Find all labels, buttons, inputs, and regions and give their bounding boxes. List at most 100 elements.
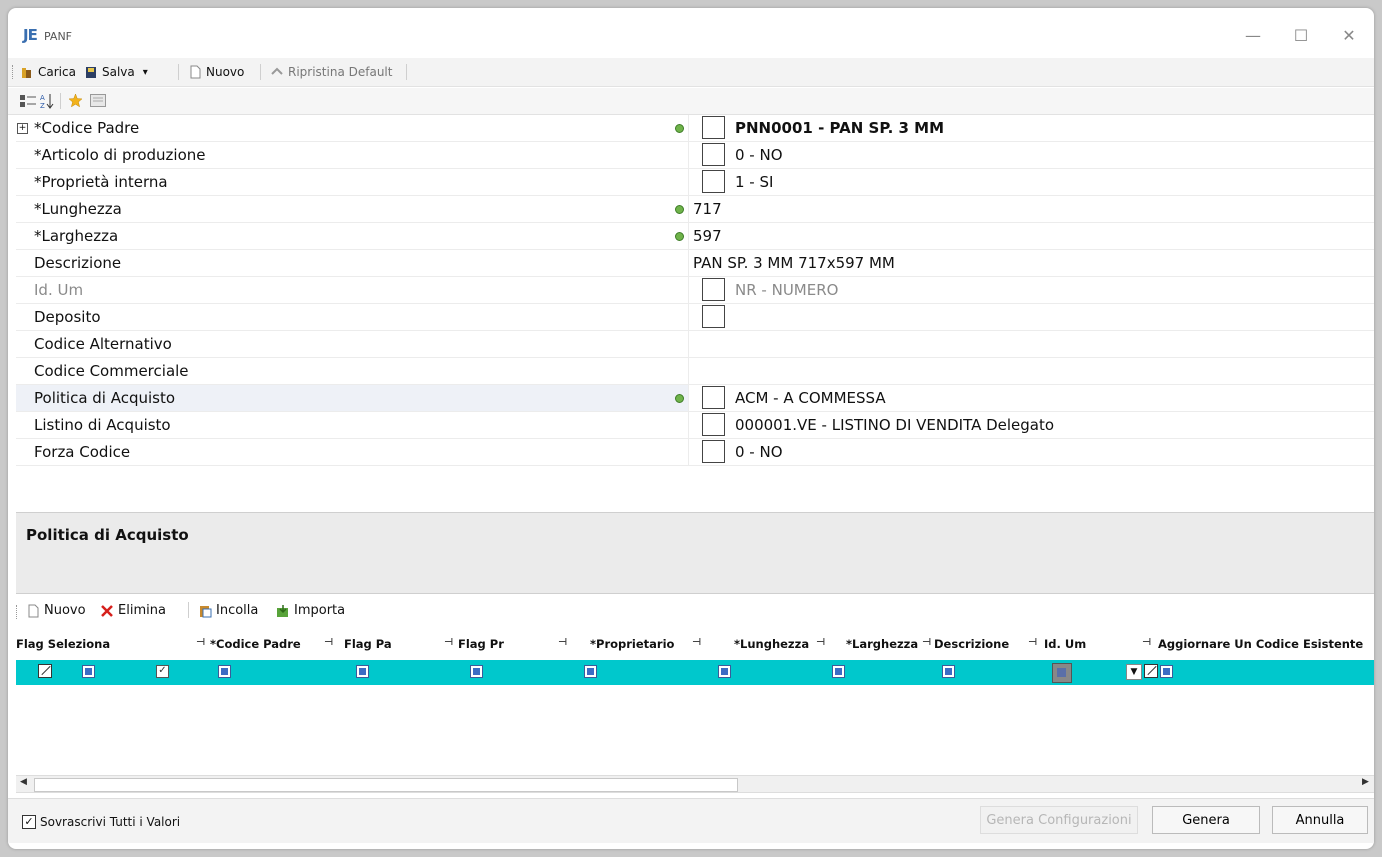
property-row-articolo-produzione[interactable]: *Articolo di produzione 0 - NO <box>16 142 1374 169</box>
overwrite-checkbox[interactable]: ✓ <box>22 815 36 829</box>
salva-button[interactable]: Salva ▾ <box>84 65 148 79</box>
property-row-forza-codice[interactable]: Forza Codice 0 - NO <box>16 439 1374 466</box>
pin-icon[interactable]: ⊣ <box>1028 637 1037 648</box>
favorite-star-icon[interactable] <box>68 93 83 108</box>
maximize-button[interactable]: ☐ <box>1286 24 1316 48</box>
scrollbar-thumb[interactable] <box>34 778 738 792</box>
value-checkbox[interactable] <box>702 116 725 139</box>
cell-checkbox[interactable] <box>470 665 483 678</box>
column-header-id-um[interactable]: Id. Um <box>1044 637 1086 651</box>
cell-checkbox[interactable] <box>356 665 369 678</box>
column-header-lunghezza[interactable]: *Lunghezza <box>734 637 809 651</box>
toolbar-grip[interactable] <box>16 605 19 619</box>
column-header-proprietario[interactable]: *Proprietario <box>590 637 674 651</box>
minimize-button[interactable]: — <box>1238 24 1268 48</box>
ripristina-default-button[interactable]: Ripristina Default <box>270 65 392 79</box>
cell-checkbox[interactable] <box>718 665 731 678</box>
horizontal-scrollbar[interactable]: ◀ ▶ <box>16 775 1374 793</box>
importa-button[interactable]: Importa <box>276 603 345 618</box>
cell-checkbox[interactable] <box>218 665 231 678</box>
overwrite-label[interactable]: Sovrascrivi Tutti i Valori <box>40 815 180 829</box>
property-value-cell[interactable]: NR - NUMERO <box>688 277 1374 303</box>
property-value-cell[interactable]: ACM - A COMMESSA <box>675 385 1374 411</box>
chevron-down-icon[interactable]: ▼ <box>1126 664 1142 680</box>
property-label: Politica di Acquisto <box>34 389 176 407</box>
pin-icon[interactable]: ⊣ <box>444 637 453 648</box>
carica-label: Carica <box>38 65 76 79</box>
close-button[interactable]: ✕ <box>1334 24 1364 48</box>
property-row-proprieta-interna[interactable]: *Proprietà interna 1 - SI <box>16 169 1374 196</box>
scroll-right-icon[interactable]: ▶ <box>1362 777 1369 787</box>
pin-icon[interactable]: ⊣ <box>816 637 825 648</box>
carica-button[interactable]: Carica <box>20 65 76 79</box>
property-row-codice-alternativo[interactable]: Codice Alternativo <box>16 331 1374 358</box>
property-row-politica-acquisto[interactable]: Politica di Acquisto ACM - A COMMESSA <box>16 385 1374 412</box>
pin-icon[interactable]: ⊣ <box>324 637 333 648</box>
value-checkbox[interactable] <box>702 170 725 193</box>
incolla-button[interactable]: Incolla <box>198 603 258 618</box>
pin-icon[interactable]: ⊣ <box>922 637 931 648</box>
scroll-left-icon[interactable]: ◀ <box>20 777 27 787</box>
cell-checkbox[interactable] <box>584 665 597 678</box>
nuovo-button[interactable]: Nuovo <box>188 65 244 79</box>
genera-button[interactable]: Genera <box>1152 806 1260 834</box>
property-value-cell[interactable]: 1 - SI <box>688 169 1374 195</box>
table-row[interactable]: ✓ ▼ <box>16 660 1374 685</box>
expand-icon[interactable]: + <box>17 123 28 134</box>
property-row-codice-padre[interactable]: + *Codice Padre PNN0001 - PAN SP. 3 MM <box>16 115 1374 142</box>
edit-row-icon[interactable] <box>38 664 52 678</box>
edit-row-icon[interactable] <box>1144 664 1158 678</box>
property-value-cell[interactable] <box>688 331 1374 357</box>
value-checkbox[interactable] <box>702 305 725 328</box>
flag-seleziona-checkbox[interactable]: ✓ <box>156 665 169 678</box>
property-row-descrizione[interactable]: Descrizione PAN SP. 3 MM 717x597 MM <box>16 250 1374 277</box>
property-value-cell[interactable]: 0 - NO <box>688 142 1374 168</box>
property-value-cell[interactable]: 0 - NO <box>688 439 1374 465</box>
pin-icon[interactable]: ⊣ <box>558 637 567 648</box>
cell-checkbox[interactable] <box>1160 665 1173 678</box>
svg-text:A: A <box>40 94 45 102</box>
property-row-deposito[interactable]: Deposito <box>16 304 1374 331</box>
property-value-cell[interactable]: PAN SP. 3 MM 717x597 MM <box>688 250 1374 276</box>
property-grid-toolbar: AZ <box>8 88 1374 115</box>
property-row-codice-commerciale[interactable]: Codice Commerciale <box>16 358 1374 385</box>
cell-checkbox[interactable] <box>832 665 845 678</box>
toolbar-grip[interactable] <box>12 65 15 79</box>
property-value-cell[interactable] <box>688 358 1374 384</box>
pin-icon[interactable]: ⊣ <box>692 637 701 648</box>
property-value-cell[interactable]: 717 <box>675 196 1374 222</box>
value-checkbox[interactable] <box>702 413 725 436</box>
value-checkbox[interactable] <box>702 386 725 409</box>
value-checkbox[interactable] <box>702 440 725 463</box>
annulla-button[interactable]: Annulla <box>1272 806 1368 834</box>
column-header-flag-pr[interactable]: Flag Pr <box>458 637 504 651</box>
column-header-descrizione[interactable]: Descrizione <box>934 637 1009 651</box>
property-row-lunghezza[interactable]: *Lunghezza 717 <box>16 196 1374 223</box>
grid-nuovo-button[interactable]: Nuovo <box>26 603 86 618</box>
column-header-larghezza[interactable]: *Larghezza <box>846 637 918 651</box>
property-row-larghezza[interactable]: *Larghezza 597 <box>16 223 1374 250</box>
column-header-aggiornare-codice[interactable]: Aggiornare Un Codice Esistente <box>1158 637 1363 651</box>
property-value-cell[interactable]: 597 <box>675 223 1374 249</box>
property-value-cell[interactable] <box>688 304 1374 330</box>
id-um-cell[interactable] <box>1052 663 1072 683</box>
property-pages-icon[interactable] <box>90 94 106 107</box>
column-header-flag-seleziona[interactable]: Flag Seleziona <box>16 637 110 651</box>
pin-icon[interactable]: ⊣ <box>1142 637 1151 648</box>
cell-checkbox[interactable] <box>942 665 955 678</box>
sort-alphabetical-icon[interactable]: AZ <box>40 93 54 109</box>
salva-dropdown-icon[interactable]: ▾ <box>143 67 148 78</box>
pin-icon[interactable]: ⊣ <box>196 637 205 648</box>
property-value-cell[interactable]: PNN0001 - PAN SP. 3 MM <box>675 115 1374 141</box>
column-header-codice-padre[interactable]: *Codice Padre <box>210 637 301 651</box>
value-checkbox[interactable] <box>702 143 725 166</box>
categorized-icon[interactable] <box>20 94 36 108</box>
genera-configurazioni-button[interactable]: Genera Configurazioni <box>980 806 1138 834</box>
property-row-listino-acquisto[interactable]: Listino di Acquisto 000001.VE - LISTINO … <box>16 412 1374 439</box>
cell-checkbox[interactable] <box>82 665 95 678</box>
property-row-id-um[interactable]: Id. Um NR - NUMERO <box>16 277 1374 304</box>
property-value-cell[interactable]: 000001.VE - LISTINO DI VENDITA Delegato <box>688 412 1374 438</box>
value-checkbox[interactable] <box>702 278 725 301</box>
elimina-button[interactable]: Elimina <box>100 603 166 618</box>
column-header-flag-pa[interactable]: Flag Pa <box>344 637 392 651</box>
